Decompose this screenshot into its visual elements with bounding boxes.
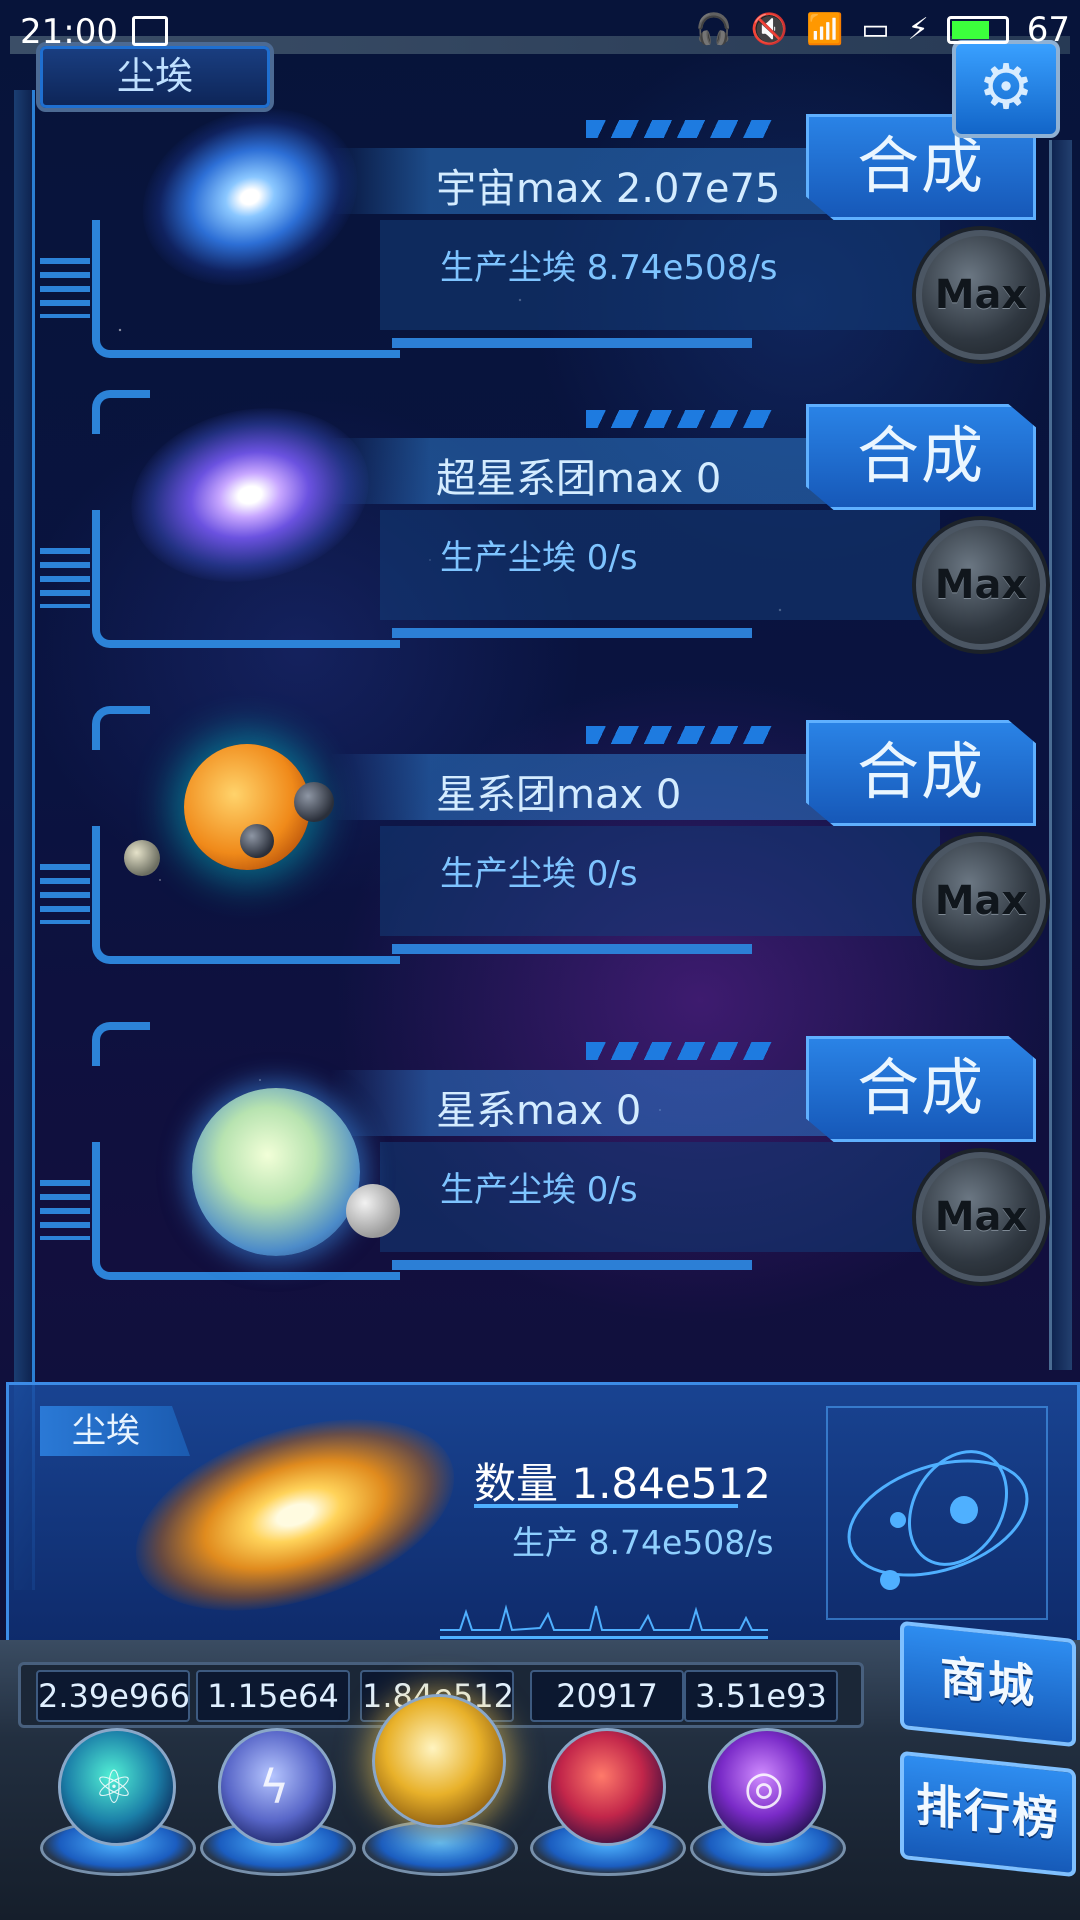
item-row-supercluster: 超星系团max 0 生产尘埃 0/s 合成 Max [0,386,1080,690]
shop-button[interactable]: 商城 [900,1620,1076,1748]
max-label: Max [934,878,1028,924]
max-button[interactable]: Max [916,1152,1046,1282]
status-icons: 🎧 🔇 📶 ▭ ⚡ 67 [695,10,1070,50]
planet-icon [240,824,274,858]
connector-lines [40,864,90,924]
item-frame-top [92,390,150,434]
item-base-line [392,944,752,954]
planet-icon [294,782,334,822]
moon-icon [346,1184,400,1238]
item-production: 生产尘埃 0/s [440,1170,638,1210]
item-row-galaxy-cluster: 星系团max 0 生产尘埃 0/s 合成 Max [0,706,1080,1006]
item-base-line [392,628,752,638]
connector-lines [40,258,90,318]
item-production: 生产尘埃 0/s [440,538,638,578]
item-frame-top [92,706,150,750]
max-button[interactable]: Max [916,836,1046,966]
item-production: 生产尘埃 0/s [440,854,638,894]
battery-percent: 67 [1026,10,1070,50]
resource-value-lightning: 1.15e64 [196,1670,350,1722]
dust-count-underline [474,1504,738,1508]
orbit-diagram-icon [826,1406,1048,1620]
planet-icon [124,840,160,876]
item-title: 超星系团max 0 [436,456,722,502]
dust-tag: 尘埃 [40,1406,190,1456]
atom-glyph-icon: ⚛ [93,1760,135,1814]
battery-fill [951,21,990,39]
connector-lines [40,1180,90,1240]
item-title: 宇宙max 2.07e75 [436,166,781,212]
resource-value-atom: 2.39e966 [36,1670,190,1722]
item-row-universe: 宇宙max 2.07e75 生产尘埃 8.74e508/s 合成 Max [0,79,1080,400]
image-icon [132,16,168,46]
max-label: Max [934,562,1028,608]
max-button[interactable]: Max [916,230,1046,360]
dust-wave-graphic [440,1600,768,1639]
status-bar: 21:00 🎧 🔇 📶 ▭ ⚡ 67 [0,0,1080,64]
synthesize-button[interactable]: 合成 [806,404,1036,510]
item-stripes [586,726,776,744]
battery-icon [946,16,1009,44]
item-base-line [392,338,752,348]
orb-pedestal [362,1820,518,1876]
screen-icon: ▭ [861,12,890,47]
game-screen: 21:00 🎧 🔇 📶 ▭ ⚡ 67 尘埃 ⚙ 宇宙max 2.07e75 生产… [0,0,1080,1920]
max-button[interactable]: Max [916,520,1046,650]
item-frame-top [92,1022,150,1066]
wifi-icon: 📶 [805,12,844,47]
item-title: 星系团max 0 [436,772,682,818]
status-time: 21:00 [20,12,118,52]
dust-production: 生产 8.74e508/s [512,1523,774,1562]
dust-count: 数量 1.84e512 [474,1459,771,1508]
dust-orb-icon[interactable] [372,1694,506,1828]
charging-icon: ⚡ [907,12,929,47]
lightning-glyph-icon: ϟ [258,1760,290,1814]
item-stripes [586,410,776,428]
item-production: 生产尘埃 8.74e508/s [440,248,778,288]
synthesize-button[interactable]: 合成 [806,720,1036,826]
max-label: Max [934,272,1028,318]
max-label: Max [934,1194,1028,1240]
vortex-glyph-icon: ◎ [743,1760,785,1814]
item-base-line [392,1260,752,1270]
brain-orb-icon[interactable] [548,1728,666,1846]
item-title: 星系max 0 [436,1088,642,1134]
headphones-icon: 🎧 [695,12,733,47]
resource-value-brain: 20917 [530,1670,684,1722]
planet-icon [192,1088,360,1256]
synthesize-button[interactable]: 合成 [806,1036,1036,1142]
leaderboard-button[interactable]: 排行榜 [900,1750,1076,1878]
connector-lines [40,548,90,608]
mute-icon: 🔇 [750,12,788,47]
item-stripes [586,1042,776,1060]
resource-value-vortex: 3.51e93 [684,1670,838,1722]
item-stripes [586,120,776,138]
item-row-galaxy: 星系max 0 生产尘埃 0/s 合成 Max [0,1022,1080,1322]
